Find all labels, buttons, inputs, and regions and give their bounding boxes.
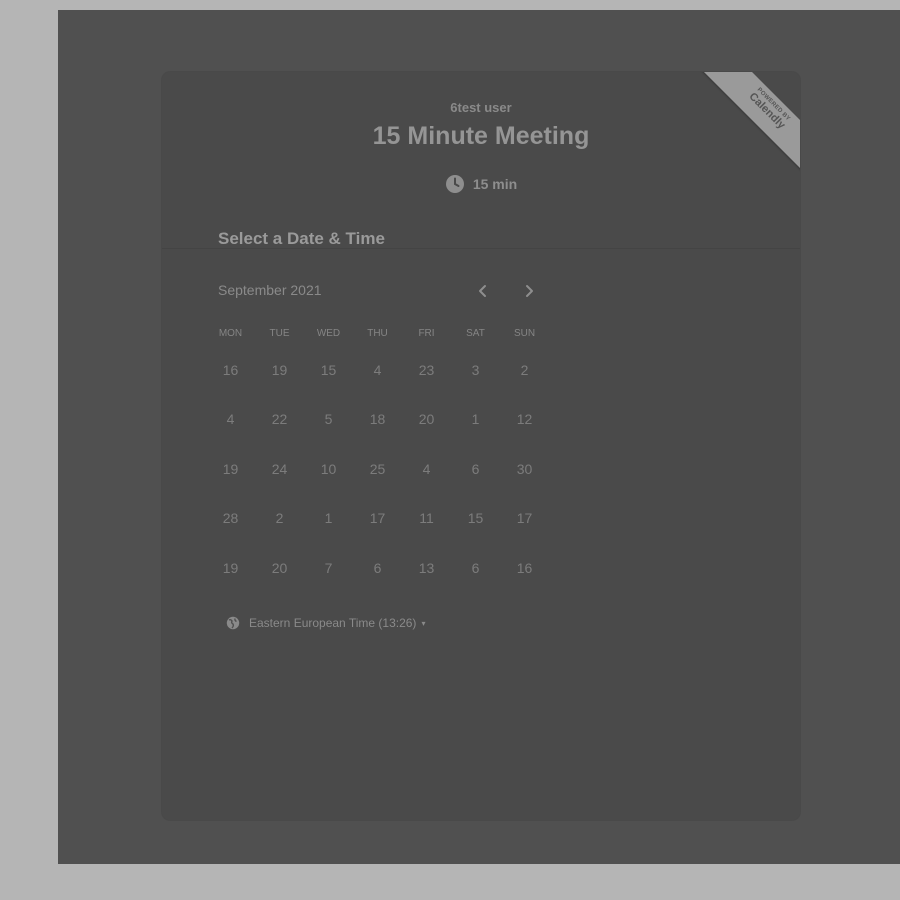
clock-icon: [445, 174, 465, 194]
calendar-day[interactable]: 16: [206, 345, 255, 395]
calendar-day[interactable]: 20: [255, 543, 304, 593]
calendar-day[interactable]: 6: [451, 543, 500, 593]
chevron-right-icon: [526, 285, 533, 297]
weekday-label: TUE: [269, 328, 290, 339]
previous-month-button[interactable]: [472, 280, 494, 302]
calendar-day[interactable]: 5: [304, 395, 353, 445]
calendar-day[interactable]: 7: [304, 543, 353, 593]
calendar-day[interactable]: 30: [500, 444, 549, 494]
timezone-selector[interactable]: Eastern European Time (13:26) ▾: [226, 616, 425, 630]
calendar-day[interactable]: 17: [500, 494, 549, 544]
calendar-day[interactable]: 16: [500, 543, 549, 593]
month-navigation: September 2021: [218, 280, 548, 302]
overlay-frame: 6test user 15 Minute Meeting 15 min POWE…: [58, 10, 900, 864]
weekday-label: WED: [316, 328, 341, 339]
calendar-day[interactable]: 19: [206, 444, 255, 494]
month-label: September 2021: [218, 282, 322, 298]
weekday-header: MON TUE WED THU FRI SAT SUN: [206, 328, 549, 339]
weekday-label: FRI: [418, 328, 435, 339]
powered-by-ribbon[interactable]: POWERED BY Calendly: [700, 72, 800, 172]
chevron-left-icon: [479, 285, 486, 297]
calendar-day[interactable]: 24: [255, 444, 304, 494]
calendar-grid: 16 19 15 4 23 3 2 4 22 5 18 20 1 12 19 2…: [206, 345, 549, 593]
weekday-label: SAT: [466, 328, 485, 339]
next-month-button[interactable]: [518, 280, 540, 302]
timezone-label: Eastern European Time (13:26): [249, 616, 417, 630]
calendar-day[interactable]: 4: [402, 444, 451, 494]
calendar-day[interactable]: 13: [402, 543, 451, 593]
weekday-label: MON: [218, 328, 243, 339]
ribbon-band[interactable]: POWERED BY Calendly: [701, 72, 800, 172]
chevron-down-icon: ▾: [421, 618, 426, 628]
calendar-day[interactable]: 1: [304, 494, 353, 544]
calendar-day[interactable]: 6: [353, 543, 402, 593]
calendar-day[interactable]: 11: [402, 494, 451, 544]
calendar-day[interactable]: 15: [451, 494, 500, 544]
calendar-day[interactable]: 22: [255, 395, 304, 445]
calendar-day[interactable]: 2: [255, 494, 304, 544]
calendar-day[interactable]: 20: [402, 395, 451, 445]
calendar-day[interactable]: 23: [402, 345, 451, 395]
event-duration: 15 min: [162, 174, 800, 194]
weekday-label: THU: [367, 328, 388, 339]
calendar-day[interactable]: 4: [353, 345, 402, 395]
calendar-day[interactable]: 19: [206, 543, 255, 593]
calendar-day[interactable]: 6: [451, 444, 500, 494]
calendar-day[interactable]: 15: [304, 345, 353, 395]
calendar-day[interactable]: 18: [353, 395, 402, 445]
calendar-day[interactable]: 25: [353, 444, 402, 494]
calendar-day[interactable]: 4: [206, 395, 255, 445]
calendar-day[interactable]: 28: [206, 494, 255, 544]
calendar-day[interactable]: 10: [304, 444, 353, 494]
calendar-day[interactable]: 1: [451, 395, 500, 445]
calendar-day[interactable]: 2: [500, 345, 549, 395]
globe-icon: [226, 616, 240, 630]
weekday-label: SUN: [513, 328, 536, 339]
duration-label: 15 min: [472, 176, 518, 192]
calendar-day[interactable]: 17: [353, 494, 402, 544]
select-date-time-title: Select a Date & Time: [218, 229, 385, 248]
calendar-day[interactable]: 3: [451, 345, 500, 395]
calendar-day[interactable]: 19: [255, 345, 304, 395]
calendar-day[interactable]: 12: [500, 395, 549, 445]
